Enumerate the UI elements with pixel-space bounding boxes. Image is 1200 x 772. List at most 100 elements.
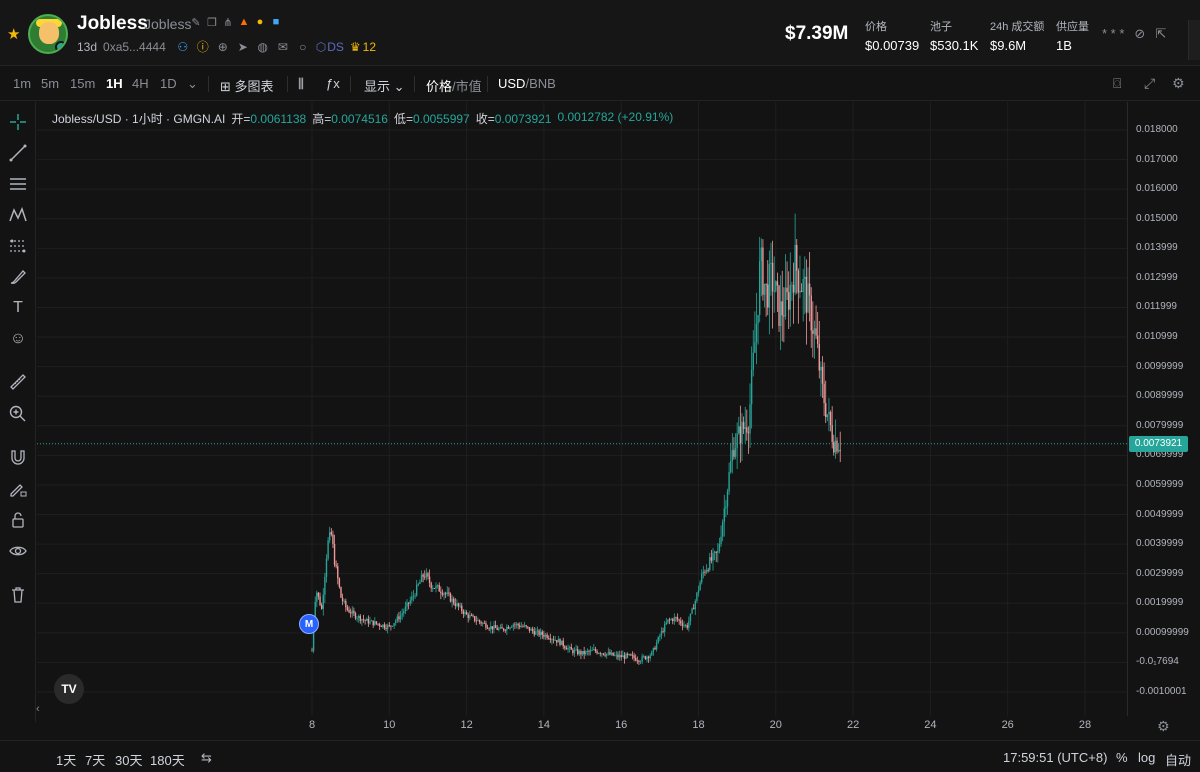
crosshair-icon[interactable]	[6, 110, 30, 134]
ruler-icon[interactable]	[6, 370, 30, 394]
candle-body	[697, 590, 700, 593]
candle-body	[383, 624, 386, 628]
edit-icon[interactable]: ✎	[190, 16, 202, 29]
pattern-icon[interactable]	[6, 203, 30, 227]
currency-toggle[interactable]: USD/BNB	[498, 76, 556, 91]
indicators-fx-icon[interactable]: ƒx	[326, 76, 340, 91]
candle-body	[776, 281, 779, 286]
candle-body	[572, 649, 574, 654]
favorite-star-icon[interactable]: ★	[7, 25, 20, 43]
candle-body	[765, 284, 767, 285]
hide-icon[interactable]: ⊘	[1134, 26, 1145, 42]
interval-1h[interactable]: 1H	[106, 76, 123, 91]
fibonacci-icon[interactable]	[6, 234, 30, 258]
interval-5m[interactable]: 5m	[41, 76, 59, 91]
range-1d[interactable]: 1天	[56, 750, 76, 769]
draw-lock-icon[interactable]	[6, 477, 30, 501]
log-scale-toggle[interactable]: log	[1138, 750, 1155, 765]
candle-body	[836, 440, 838, 452]
candle-body	[548, 637, 550, 639]
time-axis[interactable]: 8 10 12 14 16 18 20 22 24 26 28	[37, 716, 1127, 736]
time-tick-label: 28	[1078, 719, 1092, 731]
emoji-icon[interactable]: ☺	[6, 327, 30, 351]
candle-body	[692, 608, 695, 610]
clock-timezone[interactable]: 17:59:51 (UTC+8)	[1003, 750, 1107, 765]
collapse-sidebar-chevron-icon[interactable]: ‹	[36, 703, 40, 715]
candle-body	[704, 571, 706, 573]
migration-marker[interactable]: M	[299, 614, 319, 634]
interval-1m[interactable]: 1m	[13, 76, 31, 91]
candle-body	[686, 625, 688, 628]
copy-icon[interactable]: ❐	[206, 16, 218, 29]
percent-scale-toggle[interactable]: %	[1116, 750, 1128, 765]
axis-settings-gear-icon[interactable]: ⚙	[1157, 718, 1170, 735]
range-30d[interactable]: 30天	[115, 750, 142, 769]
price-mcap-toggle[interactable]: 价格/市值	[426, 76, 482, 95]
stat-volume-label: 24h 成交额	[990, 21, 1045, 33]
candle-body	[676, 617, 679, 620]
legend-high-label: 高=	[312, 112, 332, 126]
telegram-icon[interactable]: ➤	[236, 40, 250, 54]
candle-body	[335, 564, 337, 567]
date-range-calendar-icon[interactable]: ⇆	[201, 750, 212, 766]
candle-body	[361, 619, 363, 621]
fullscreen-icon[interactable]: ⤢	[1144, 75, 1155, 92]
candle-body	[713, 551, 716, 553]
candle-body	[519, 625, 521, 628]
warning-icon[interactable]: ⓘ	[196, 38, 210, 55]
candle-body	[755, 323, 758, 343]
interval-dropdown-chevron-icon[interactable]: ⌄	[187, 76, 198, 92]
social-icon[interactable]: ◍	[256, 40, 270, 54]
candle-body	[675, 617, 677, 619]
candle-body	[758, 261, 761, 316]
candle-body	[448, 592, 450, 594]
camera-icon[interactable]: ⌼	[1113, 75, 1121, 92]
text-tool-icon[interactable]: T	[6, 296, 30, 320]
brush-icon[interactable]	[6, 265, 30, 289]
dexscreener-link[interactable]: ⬡ DS	[316, 40, 344, 54]
legend-low-label: 低=	[393, 112, 413, 126]
candle-body	[457, 603, 460, 607]
external-link-icon[interactable]: ⇱	[1155, 26, 1166, 42]
trend-line-icon[interactable]	[6, 141, 30, 165]
candle-body	[750, 369, 753, 405]
time-tick-label: 10	[383, 719, 396, 731]
candle-body	[720, 536, 722, 544]
display-dropdown[interactable]: 显示 ⌄	[364, 76, 405, 95]
price-axis[interactable]: 0.018000 0.017000 0.016000 0.015000 0.013999…	[1127, 102, 1200, 716]
search-icon[interactable]: ○	[296, 40, 310, 54]
twitter-icon[interactable]: ✉	[276, 40, 290, 54]
side-panel-handle[interactable]	[1188, 20, 1200, 60]
trash-icon[interactable]	[6, 583, 30, 607]
candle-style-icon[interactable]: ⫼	[298, 76, 304, 92]
interval-4h[interactable]: 4H	[132, 76, 149, 91]
visibility-eye-icon[interactable]	[6, 539, 30, 563]
zoom-in-icon[interactable]	[6, 402, 30, 426]
tradingview-logo[interactable]: TV	[54, 674, 84, 704]
candle-body	[438, 585, 440, 592]
token-avatar[interactable]	[28, 14, 68, 54]
lock-icon[interactable]	[6, 508, 30, 532]
website-icon[interactable]: ⊕	[216, 40, 230, 54]
candle-body	[577, 649, 579, 655]
price-tick-label: 0.0079999	[1136, 419, 1184, 431]
horizontal-lines-icon[interactable]	[6, 172, 30, 196]
candle-body	[807, 283, 809, 313]
contract-address[interactable]: 0xa5...4444	[103, 40, 166, 54]
multi-chart-button[interactable]: ⊞ 多图表	[220, 76, 274, 95]
settings-gear-icon[interactable]: ⚙	[1172, 75, 1185, 92]
auto-scale-toggle[interactable]: 自动	[1165, 750, 1191, 769]
holder-icon[interactable]: ⚇	[176, 40, 190, 54]
range-180d[interactable]: 180天	[150, 750, 185, 769]
stat-volume: 24h 成交额 $9.6M	[990, 18, 1044, 53]
range-7d[interactable]: 7天	[85, 750, 105, 769]
interval-15m[interactable]: 15m	[70, 76, 95, 91]
interval-1d[interactable]: 1D	[160, 76, 177, 91]
more-menu-icon[interactable]: * * *	[1102, 26, 1124, 42]
crown-badge[interactable]: ♛ 12	[350, 40, 376, 54]
share-icon[interactable]: ⋔	[222, 16, 234, 29]
candlestick-chart[interactable]	[37, 102, 1127, 716]
candle-body	[712, 552, 714, 561]
token-name: Jobless	[77, 13, 148, 34]
magnet-icon[interactable]	[6, 445, 30, 469]
